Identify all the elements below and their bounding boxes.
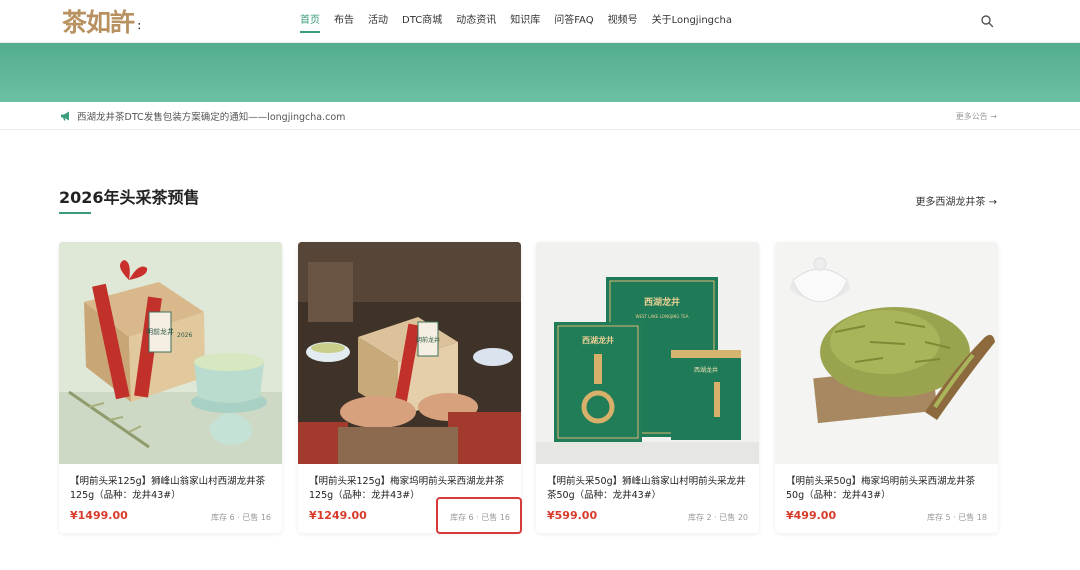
package-year: 2026 <box>177 332 192 339</box>
product-title[interactable]: 【明前头采125g】狮峰山翁家山村西湖龙井茶125g（品种：龙井43#） <box>70 475 275 503</box>
product-stock: 库存 5 · 已售 18 <box>927 513 987 522</box>
nav-item-video[interactable]: 视频号 <box>608 0 638 43</box>
site-logo[interactable]: 茶如許 ： <box>62 5 146 37</box>
product-price: ¥1499.00 <box>70 509 128 522</box>
box-front-label: 西湖龙井 <box>582 335 614 345</box>
product-price: ¥1249.00 <box>309 509 367 522</box>
section-title: 2026年头采茶预售 <box>59 188 200 207</box>
logo-text: 茶如許 <box>62 8 135 37</box>
product-card[interactable]: 西湖龙井 WEST LAKE LONGJING TEA 西湖龙井 西湖龙井 【明… <box>536 242 759 533</box>
nav-item-knowledge[interactable]: 知识库 <box>510 0 540 43</box>
nav-item-announcements[interactable]: 布告 <box>334 0 354 43</box>
product-card[interactable]: 明前龙井 【明前头采125g】梅家坞明前头采西湖龙井茶125g（品种：龙井43#… <box>298 242 521 533</box>
product-price: ¥599.00 <box>547 509 598 522</box>
nav-item-home[interactable]: 首页 <box>300 0 320 43</box>
product-card[interactable]: 明前龙井 2026 【明前头采125g】狮峰山翁家山村西湖龙井茶125g（品种：… <box>59 242 282 533</box>
search-icon[interactable] <box>980 14 994 28</box>
more-announcements-link[interactable]: 更多公告 → <box>956 111 997 122</box>
more-products-link[interactable]: 更多西湖龙井茶 → <box>915 193 997 208</box>
package-tag: 明前龙井 <box>416 336 440 344</box>
notice-link[interactable]: 西湖龙井茶DTC发售包装方案确定的通知——longjingcha.com <box>77 109 345 123</box>
package-tag: 明前龙井 <box>146 327 174 336</box>
product-title[interactable]: 【明前头采50g】狮峰山翁家山村明前头采龙井茶50g（品种：龙井43#） <box>547 475 752 503</box>
main-nav: 首页 布告 活动 DTC商城 动态资讯 知识库 问答FAQ 视频号 关于Long… <box>300 0 746 43</box>
hero-banner[interactable] <box>0 43 1080 102</box>
product-image[interactable]: 明前龙井 <box>298 242 521 464</box>
product-stock: 库存 6 · 已售 16 <box>211 513 271 522</box>
product-image[interactable] <box>775 242 998 464</box>
nav-item-news[interactable]: 动态资讯 <box>456 0 496 43</box>
box-label: 西湖龙井 <box>644 296 680 308</box>
product-image[interactable]: 西湖龙井 WEST LAKE LONGJING TEA 西湖龙井 西湖龙井 <box>536 242 759 464</box>
logo-mark: ： <box>137 21 146 32</box>
notice-bar: 西湖龙井茶DTC发售包装方案确定的通知——longjingcha.com 更多公… <box>0 102 1080 130</box>
product-stock: 库存 2 · 已售 20 <box>688 513 748 522</box>
nav-item-events[interactable]: 活动 <box>368 0 388 43</box>
nav-item-about[interactable]: 关于Longjingcha <box>652 0 732 43</box>
nav-item-dtc-shop[interactable]: DTC商城 <box>402 0 442 43</box>
site-header: 茶如許 ： 首页 布告 活动 DTC商城 动态资讯 知识库 问答FAQ 视频号 … <box>0 0 1080 43</box>
product-card[interactable]: 【明前头采50g】梅家坞明前头采西湖龙井茶50g（品种：龙井43#） ¥499.… <box>775 242 998 533</box>
box-sublabel: WEST LAKE LONGJING TEA <box>636 314 689 319</box>
product-title[interactable]: 【明前头采50g】梅家坞明前头采西湖龙井茶50g（品种：龙井43#） <box>786 475 991 503</box>
section-title-underline <box>59 212 91 214</box>
megaphone-icon <box>61 111 69 121</box>
product-price: ¥499.00 <box>786 509 837 522</box>
tin-label: 西湖龙井 <box>694 366 718 374</box>
stock-highlight-box <box>436 497 522 534</box>
product-image[interactable]: 明前龙井 2026 <box>59 242 282 464</box>
nav-item-faq[interactable]: 问答FAQ <box>554 0 593 43</box>
